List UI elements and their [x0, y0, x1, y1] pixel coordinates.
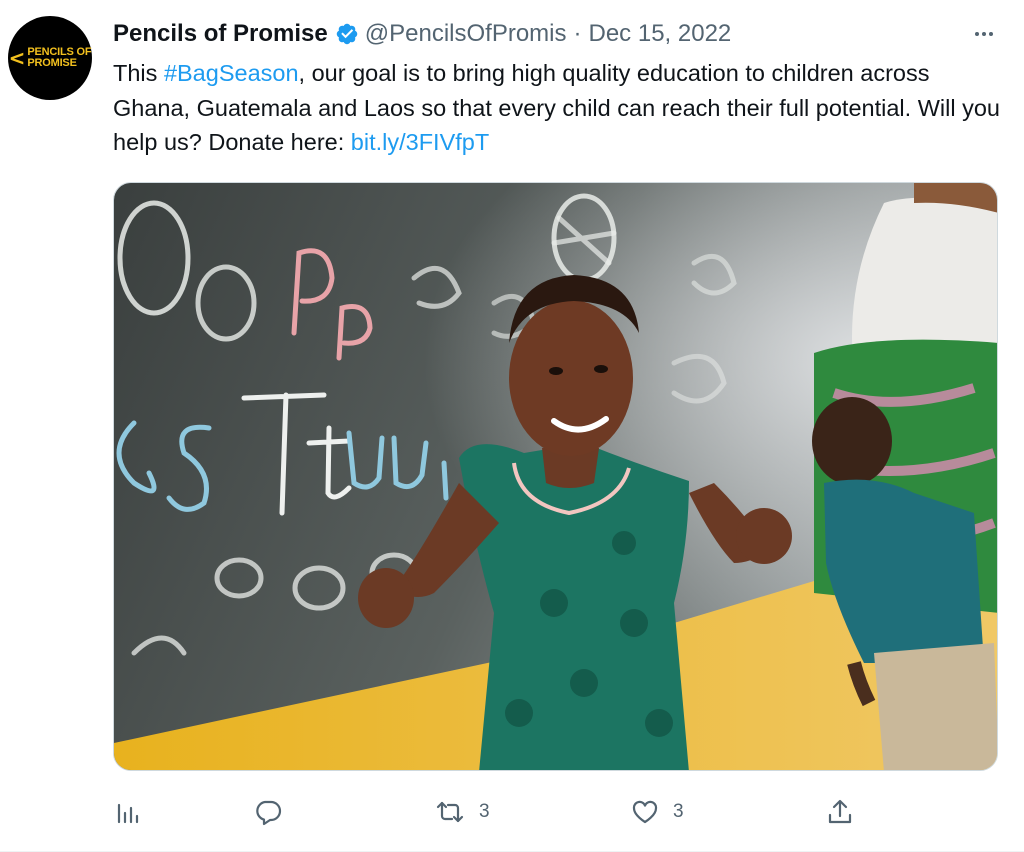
reply-button[interactable]	[254, 792, 282, 832]
retweet-count: 3	[479, 801, 490, 822]
logo-chevron-icon: <	[8, 46, 26, 70]
tweet-text: This #BagSeason, our goal is to bring hi…	[113, 56, 1003, 160]
profile-avatar[interactable]: < PENCILS OF PROMISE	[8, 16, 92, 100]
retweet-button[interactable]: 3	[435, 792, 490, 832]
share-button[interactable]	[827, 792, 853, 832]
photo-child-at-chalkboard	[114, 183, 997, 770]
heart-icon	[632, 800, 658, 824]
logo-line-2: PROMISE	[27, 57, 77, 69]
like-count: 3	[673, 801, 684, 822]
tweet-action-bar: 3 3	[113, 792, 998, 832]
hashtag-link[interactable]: #BagSeason	[164, 60, 299, 86]
pencils-of-promise-logo: < PENCILS OF PROMISE	[9, 47, 92, 69]
tweet-date[interactable]: Dec 15, 2022	[589, 20, 732, 48]
analytics-button[interactable]	[115, 792, 141, 832]
tweet-header: Pencils of Promise @PencilsOfPromis · De…	[113, 18, 731, 50]
speech-bubble-icon	[256, 800, 282, 826]
verified-badge-icon	[335, 22, 359, 46]
header-separator: ·	[573, 20, 582, 47]
share-upload-icon	[828, 799, 852, 824]
bar-chart-icon	[117, 803, 139, 824]
tweet-text-start: This	[113, 60, 164, 86]
account-name[interactable]: Pencils of Promise	[113, 20, 328, 48]
tweet-photo[interactable]	[113, 182, 998, 771]
donate-link[interactable]: bit.ly/3FIVfpT	[351, 129, 489, 155]
retweet-icon	[436, 801, 464, 823]
more-options-icon[interactable]	[970, 20, 998, 48]
like-button[interactable]: 3	[631, 792, 684, 832]
account-handle[interactable]: @PencilsOfPromis	[365, 20, 567, 48]
